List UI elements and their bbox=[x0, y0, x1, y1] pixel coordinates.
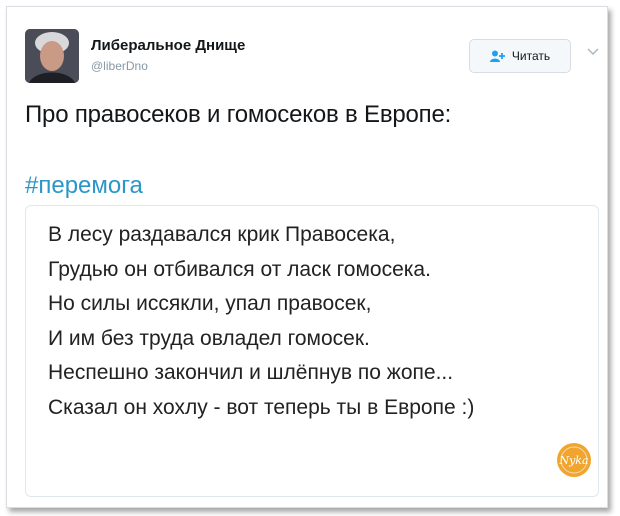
watermark-logo: Nyka bbox=[557, 443, 591, 477]
poem-line: Грудью он отбивался от ласк гомосека. bbox=[48, 257, 431, 281]
poem-line: Неспешно закончил и шлёпнув по жопе... bbox=[48, 361, 454, 384]
poem-line: В лесу раздавался крик Правосека, bbox=[48, 223, 396, 246]
avatar[interactable] bbox=[25, 29, 79, 83]
poem-line: Но силы иссякли, упал правосек, bbox=[48, 292, 372, 315]
follow-user-icon bbox=[489, 50, 505, 62]
hashtag-link[interactable]: #перемога bbox=[25, 172, 143, 200]
tweet-card: Либеральное Днище @liberDno Читать Про п… bbox=[6, 6, 608, 508]
poem-line: Сказал он хохлу - вот теперь ты в Европе… bbox=[48, 395, 475, 419]
display-name[interactable]: Либеральное Днище bbox=[91, 37, 245, 54]
follow-button[interactable]: Читать bbox=[469, 39, 571, 73]
follow-label: Читать bbox=[511, 49, 551, 63]
chevron-down-icon[interactable] bbox=[587, 45, 599, 59]
poem-text: В лесу раздавался крик Правосека, Грудью… bbox=[48, 218, 474, 425]
tweet-image[interactable]: В лесу раздавался крик Правосека, Грудью… bbox=[25, 205, 599, 497]
user-handle[interactable]: @liberDno bbox=[91, 59, 148, 73]
avatar-photo bbox=[25, 29, 79, 83]
svg-text:Nyka: Nyka bbox=[558, 454, 588, 467]
poem-line: И им без труда овладел гомосек. bbox=[48, 326, 370, 350]
tweet-text: Про правосеков и гомосеков в Европе: bbox=[25, 101, 452, 128]
